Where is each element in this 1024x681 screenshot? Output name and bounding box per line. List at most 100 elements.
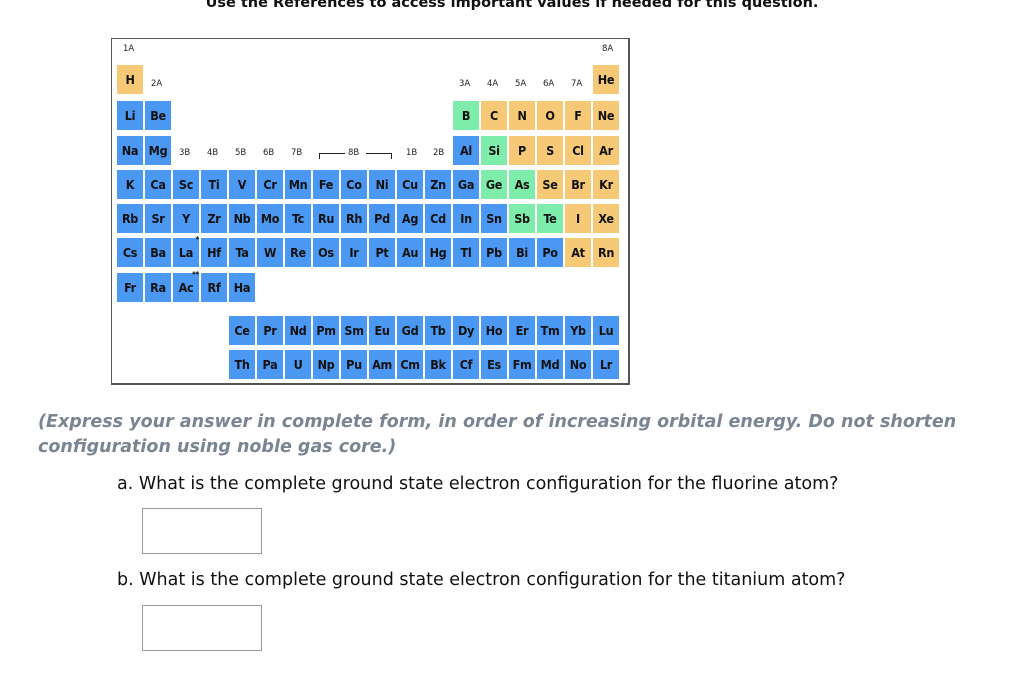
element-symbol: C [490, 108, 498, 123]
element-cell-bk: Bk [425, 350, 451, 379]
element-cell-lr: Lr [593, 350, 619, 379]
element-cell-ce: Ce [229, 316, 255, 345]
element-symbol: Lr [599, 357, 613, 372]
element-cell-sn: Sn [481, 204, 507, 233]
element-symbol: Mg [148, 143, 168, 158]
element-symbol: Eu [374, 323, 390, 338]
element-symbol: Al [460, 143, 472, 158]
element-symbol: Hf [207, 245, 221, 260]
element-cell-cu: Cu [397, 170, 423, 199]
element-cell-yb: Yb [565, 316, 591, 345]
element-symbol: Rn [597, 245, 615, 260]
element-cell-v: V [229, 170, 255, 199]
element-symbol: Md [540, 357, 560, 372]
element-cell-xe: Xe [593, 204, 619, 233]
group-label-7b: 7B [291, 148, 303, 158]
element-symbol: Ha [233, 280, 251, 295]
element-cell-as: As [509, 170, 535, 199]
element-cell-mn: Mn [285, 170, 311, 199]
element-cell-br: Br [565, 170, 591, 199]
element-symbol: Kr [599, 177, 613, 192]
element-cell-pr: Pr [257, 316, 283, 345]
question-b-label: b. What is the complete ground state ele… [117, 570, 846, 590]
element-cell-la: La * [173, 235, 199, 267]
element-symbol: F [574, 108, 582, 123]
element-symbol: Ce [234, 323, 250, 338]
element-cell-eu: Eu [369, 316, 395, 345]
answer-input-fluorine[interactable] [142, 508, 262, 554]
element-cell-ne: Ne [593, 101, 619, 130]
element-symbol: Ni [375, 177, 389, 192]
element-cell-am: Am [369, 350, 395, 379]
element-cell-fe: Fe [313, 170, 339, 199]
element-symbol: Np [317, 357, 335, 372]
group-label-4a: 4A [487, 79, 499, 89]
element-symbol: Zr [207, 211, 221, 226]
element-symbol: Zn [430, 177, 446, 192]
element-symbol: B [461, 108, 471, 123]
element-symbol: He [597, 72, 615, 87]
element-symbol: Re [290, 245, 306, 260]
element-cell-dy: Dy [453, 316, 479, 345]
element-cell-os: Os [313, 238, 339, 267]
element-cell-tl: Tl [453, 238, 479, 267]
element-cell-sm: Sm [341, 316, 367, 345]
element-cell-in: In [453, 204, 479, 233]
element-symbol: Pa [262, 357, 278, 372]
group-label-1b: 1B [406, 148, 418, 158]
group-label-2b: 2B [433, 148, 445, 158]
element-cell-cr: Cr [257, 170, 283, 199]
element-symbol: Sb [514, 211, 530, 226]
element-cell-li: Li [117, 101, 143, 130]
element-symbol: Tl [460, 245, 472, 260]
answer-input-titanium[interactable] [142, 605, 262, 651]
element-symbol: Rh [345, 211, 363, 226]
group-label-1a: 1A [123, 44, 135, 54]
element-cell-nb: Nb [229, 204, 255, 233]
element-symbol: Te [543, 211, 557, 226]
element-cell-zn: Zn [425, 170, 451, 199]
series-marker: ** [192, 270, 199, 279]
element-symbol: Br [571, 177, 585, 192]
element-cell-re: Re [285, 238, 311, 267]
element-symbol: Tm [540, 323, 560, 338]
element-cell-f: F [565, 101, 591, 130]
element-cell-b: B [453, 101, 479, 130]
element-cell-pb: Pb [481, 238, 507, 267]
group-8b-bracket-right [366, 153, 392, 159]
element-symbol: Rf [207, 280, 221, 295]
element-symbol: Sc [178, 177, 194, 192]
element-cell-w: W [257, 238, 283, 267]
element-symbol: Li [124, 108, 136, 123]
group-label-7a: 7A [571, 79, 583, 89]
element-symbol: Rb [121, 211, 139, 226]
element-cell-ge: Ge [481, 170, 507, 199]
element-cell-ra: Ra [145, 273, 171, 302]
element-cell-sr: Sr [145, 204, 171, 233]
element-cell-cm: Cm [397, 350, 423, 379]
element-cell-ta: Ta [229, 238, 255, 267]
element-cell-pu: Pu [341, 350, 367, 379]
element-symbol: Fr [124, 280, 136, 295]
element-symbol: Se [542, 177, 558, 192]
element-symbol: Co [346, 177, 362, 192]
element-symbol: Cu [402, 177, 418, 192]
element-symbol: Gd [401, 323, 419, 338]
element-symbol: Nb [233, 211, 251, 226]
element-symbol: Yb [570, 323, 586, 338]
element-symbol: Ru [317, 211, 335, 226]
element-cell-lu: Lu [593, 316, 619, 345]
element-cell-ru: Ru [313, 204, 339, 233]
element-cell-fm: Fm [509, 350, 535, 379]
element-cell-si: Si [481, 136, 507, 165]
element-cell-at: At [565, 238, 591, 267]
element-symbol: Dy [457, 323, 475, 338]
element-cell-hf: Hf [201, 238, 227, 267]
element-symbol: Pm [316, 323, 336, 338]
element-symbol: Xe [598, 211, 614, 226]
element-symbol: Ag [401, 211, 419, 226]
element-cell-ti: Ti [201, 170, 227, 199]
element-symbol: I [576, 211, 580, 226]
element-cell-er: Er [509, 316, 535, 345]
element-symbol: No [569, 357, 587, 372]
